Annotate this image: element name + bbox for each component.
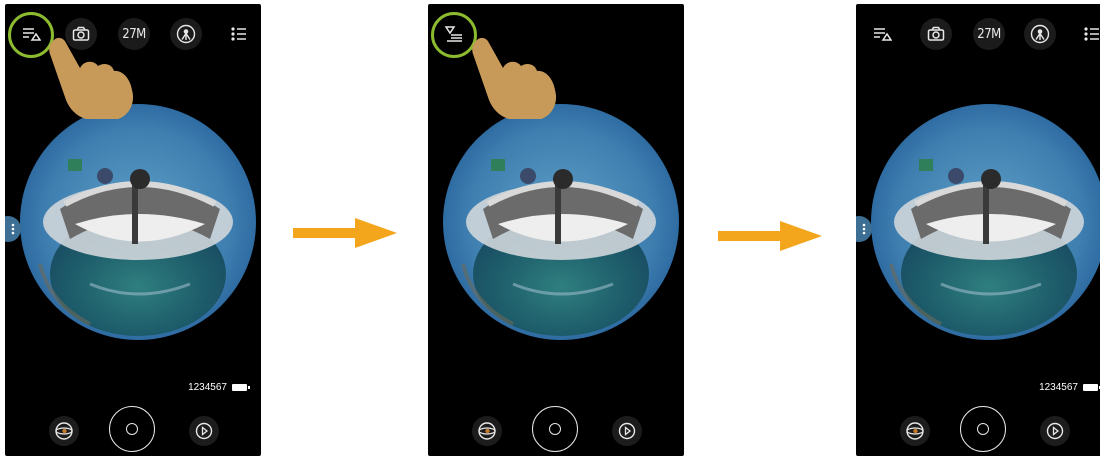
more-options-button[interactable] bbox=[856, 216, 872, 242]
spherical-preview-image[interactable] bbox=[20, 104, 256, 340]
top-toolbar: 27M bbox=[856, 18, 1100, 54]
battery-icon bbox=[1083, 384, 1100, 391]
globe-view-icon bbox=[478, 422, 496, 440]
remaining-shots-counter: 1234567 bbox=[188, 382, 227, 393]
tripod-mode-button[interactable] bbox=[1024, 18, 1056, 50]
playback-button[interactable] bbox=[612, 416, 642, 446]
globe-view-button[interactable] bbox=[900, 416, 930, 446]
more-options-icon bbox=[862, 223, 866, 235]
phone-screen-3: 27M 1234567 bbox=[856, 4, 1100, 456]
shutter-icon bbox=[126, 423, 138, 435]
playback-button[interactable] bbox=[1040, 416, 1070, 446]
shutter-button[interactable] bbox=[532, 406, 578, 452]
globe-view-icon bbox=[55, 422, 73, 440]
resolution-button[interactable]: 27M bbox=[973, 18, 1005, 50]
resolution-label: 27M bbox=[977, 26, 1001, 42]
pointing-hand-icon bbox=[49, 37, 133, 119]
right-arrow-icon bbox=[718, 221, 822, 251]
bottom-toolbar bbox=[856, 406, 1100, 454]
settings-list-button[interactable] bbox=[1076, 18, 1100, 50]
settings-list-button[interactable] bbox=[223, 18, 255, 50]
pointing-hand-icon bbox=[472, 37, 556, 119]
tripod-mode-icon bbox=[1030, 24, 1050, 44]
right-arrow-icon bbox=[293, 218, 397, 248]
globe-view-button[interactable] bbox=[472, 416, 502, 446]
globe-view-button[interactable] bbox=[49, 416, 79, 446]
shutter-button[interactable] bbox=[109, 406, 155, 452]
playback-button[interactable] bbox=[189, 416, 219, 446]
spherical-preview-image[interactable] bbox=[871, 104, 1100, 340]
display-toggle-button[interactable] bbox=[866, 18, 898, 50]
tripod-mode-button[interactable] bbox=[170, 18, 202, 50]
spherical-preview-graphic bbox=[889, 159, 1084, 336]
spherical-preview-graphic bbox=[461, 159, 656, 336]
battery-icon bbox=[232, 384, 250, 391]
settings-list-icon bbox=[231, 27, 246, 41]
settings-list-icon bbox=[1084, 27, 1099, 41]
phone-screen-2 bbox=[428, 4, 684, 456]
spherical-preview-image[interactable] bbox=[443, 104, 679, 340]
remaining-shots-counter: 1234567 bbox=[1039, 382, 1078, 393]
camera-mode-button[interactable] bbox=[920, 18, 952, 50]
shutter-button[interactable] bbox=[960, 406, 1006, 452]
playback-icon bbox=[618, 422, 636, 440]
bottom-toolbar bbox=[5, 406, 261, 454]
globe-view-icon bbox=[906, 422, 924, 440]
camera-icon bbox=[927, 26, 945, 41]
shutter-icon bbox=[549, 423, 561, 435]
more-options-button[interactable] bbox=[5, 216, 21, 242]
playback-icon bbox=[1046, 422, 1064, 440]
playback-icon bbox=[195, 422, 213, 440]
spherical-preview-graphic bbox=[38, 159, 233, 336]
shutter-icon bbox=[977, 423, 989, 435]
display-toggle-icon bbox=[874, 28, 892, 41]
more-options-icon bbox=[11, 223, 15, 235]
phone-screen-1: 27M 1234567 bbox=[5, 4, 261, 456]
tripod-mode-icon bbox=[176, 24, 196, 44]
bottom-toolbar bbox=[428, 406, 684, 454]
